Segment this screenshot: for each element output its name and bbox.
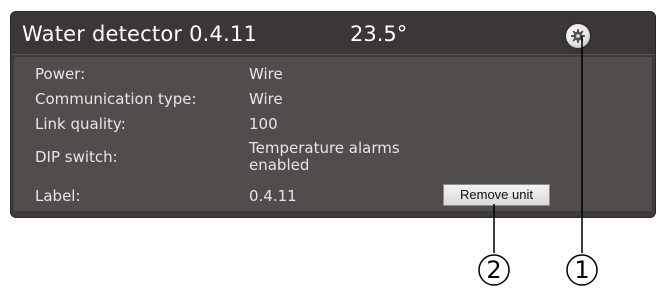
callout-number-1: 1: [574, 256, 590, 284]
callout-lines: [478, 36, 598, 286]
callout-number-2: 2: [486, 256, 502, 284]
